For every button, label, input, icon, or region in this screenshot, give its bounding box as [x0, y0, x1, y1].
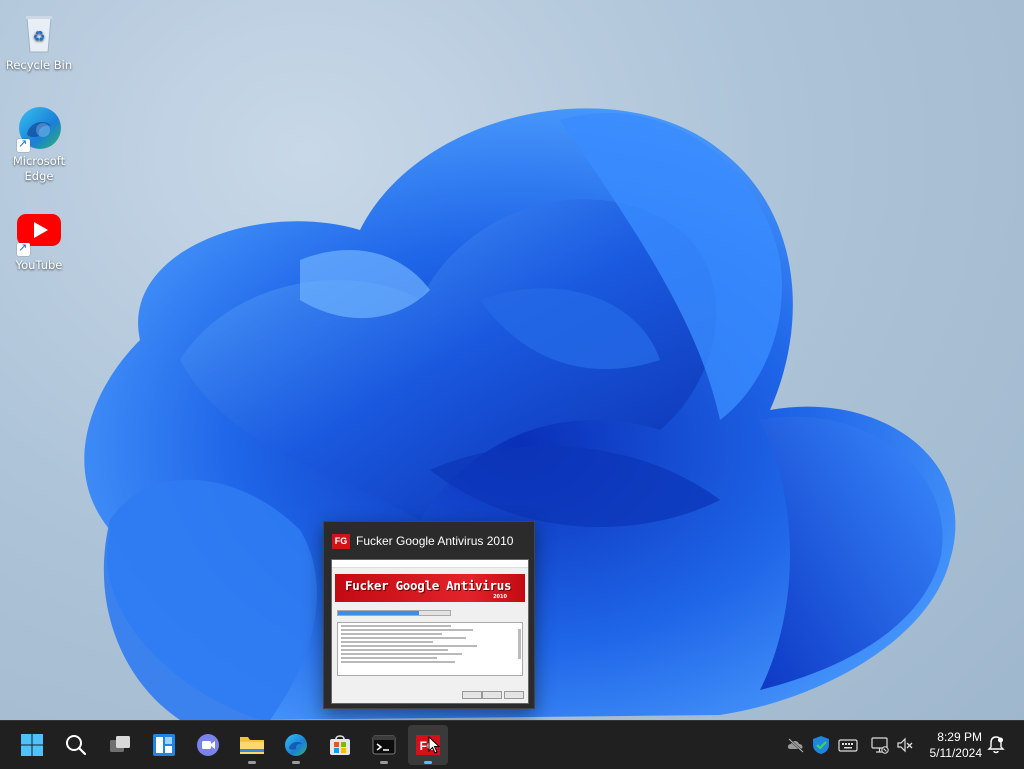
recycle-bin-icon: ♻	[15, 8, 63, 56]
mini-button	[482, 691, 502, 699]
windows-logo-icon	[21, 734, 43, 756]
banner-title: Fucker Google Antivirus	[345, 578, 512, 593]
windows-security-icon[interactable]	[811, 735, 831, 755]
mini-titlebar	[332, 560, 528, 568]
task-view-icon	[110, 736, 130, 752]
shortcut-arrow-icon	[17, 240, 30, 256]
task-view-button[interactable]	[100, 725, 140, 765]
svg-text:♻: ♻	[33, 29, 46, 45]
preview-title-bar: FG Fucker Google Antivirus 2010	[332, 532, 513, 550]
fg-antivirus-icon: FG	[332, 533, 350, 549]
desktop-icon-label: Recycle Bin	[5, 58, 73, 72]
running-indicator	[380, 761, 388, 764]
desktop-icon-label: YouTube	[15, 258, 63, 272]
network-icon[interactable]	[870, 735, 890, 755]
teams-chat-button[interactable]	[188, 725, 228, 765]
terminal-icon	[372, 735, 396, 755]
preview-window-thumbnail[interactable]: Fucker Google Antivirus 2010	[331, 559, 529, 704]
search-icon	[66, 735, 87, 756]
log-scrollbar	[518, 629, 521, 659]
clock-date: 5/11/2024	[929, 746, 983, 760]
antivirus-banner: Fucker Google Antivirus 2010	[335, 574, 525, 602]
notification-icon[interactable]	[986, 735, 1006, 755]
scan-progress-bar	[337, 610, 451, 616]
volume-muted-icon[interactable]	[895, 735, 915, 755]
scan-progress-fill	[338, 611, 419, 615]
keyboard-icon[interactable]	[838, 735, 858, 755]
start-button[interactable]	[12, 725, 52, 765]
terminal-button[interactable]	[364, 725, 404, 765]
running-indicator	[424, 761, 432, 764]
store-icon	[330, 735, 350, 755]
mini-button	[504, 691, 524, 699]
store-button[interactable]	[320, 725, 360, 765]
desktop-icon-youtube[interactable]: YouTube	[3, 208, 75, 273]
shortcut-arrow-icon	[17, 136, 30, 152]
edge-icon	[15, 104, 63, 152]
edge-button[interactable]	[276, 725, 316, 765]
chat-icon	[197, 734, 219, 756]
desktop-icon-label: Microsoft Edge	[12, 154, 66, 183]
youtube-icon	[15, 208, 63, 256]
onedrive-icon[interactable]	[786, 735, 806, 755]
folder-icon	[240, 737, 264, 754]
clock[interactable]: 8:29 PM 5/11/2024	[930, 729, 983, 761]
widgets-icon	[153, 734, 175, 756]
desktop-icon-edge[interactable]: Microsoft Edge	[3, 104, 75, 184]
running-indicator	[248, 761, 256, 764]
desktop-icon-recycle-bin[interactable]: ♻ Recycle Bin	[3, 8, 75, 73]
taskbar-thumbnail-preview[interactable]: FG Fucker Google Antivirus 2010 Fucker G…	[323, 521, 535, 709]
clock-time: 8:29 PM	[937, 730, 982, 744]
mini-button	[462, 691, 482, 699]
preview-title: Fucker Google Antivirus 2010	[356, 534, 514, 548]
search-button[interactable]	[56, 725, 96, 765]
file-explorer-button[interactable]	[232, 725, 272, 765]
scan-log-box	[337, 622, 523, 676]
widgets-button[interactable]	[144, 725, 184, 765]
scan-status-label	[337, 605, 523, 609]
mouse-cursor-icon	[428, 736, 440, 754]
edge-icon	[285, 734, 307, 756]
running-indicator	[292, 761, 300, 764]
taskbar: FG 8:29 PM 5/11/2024	[0, 720, 1024, 769]
banner-year: 2010	[493, 594, 507, 600]
